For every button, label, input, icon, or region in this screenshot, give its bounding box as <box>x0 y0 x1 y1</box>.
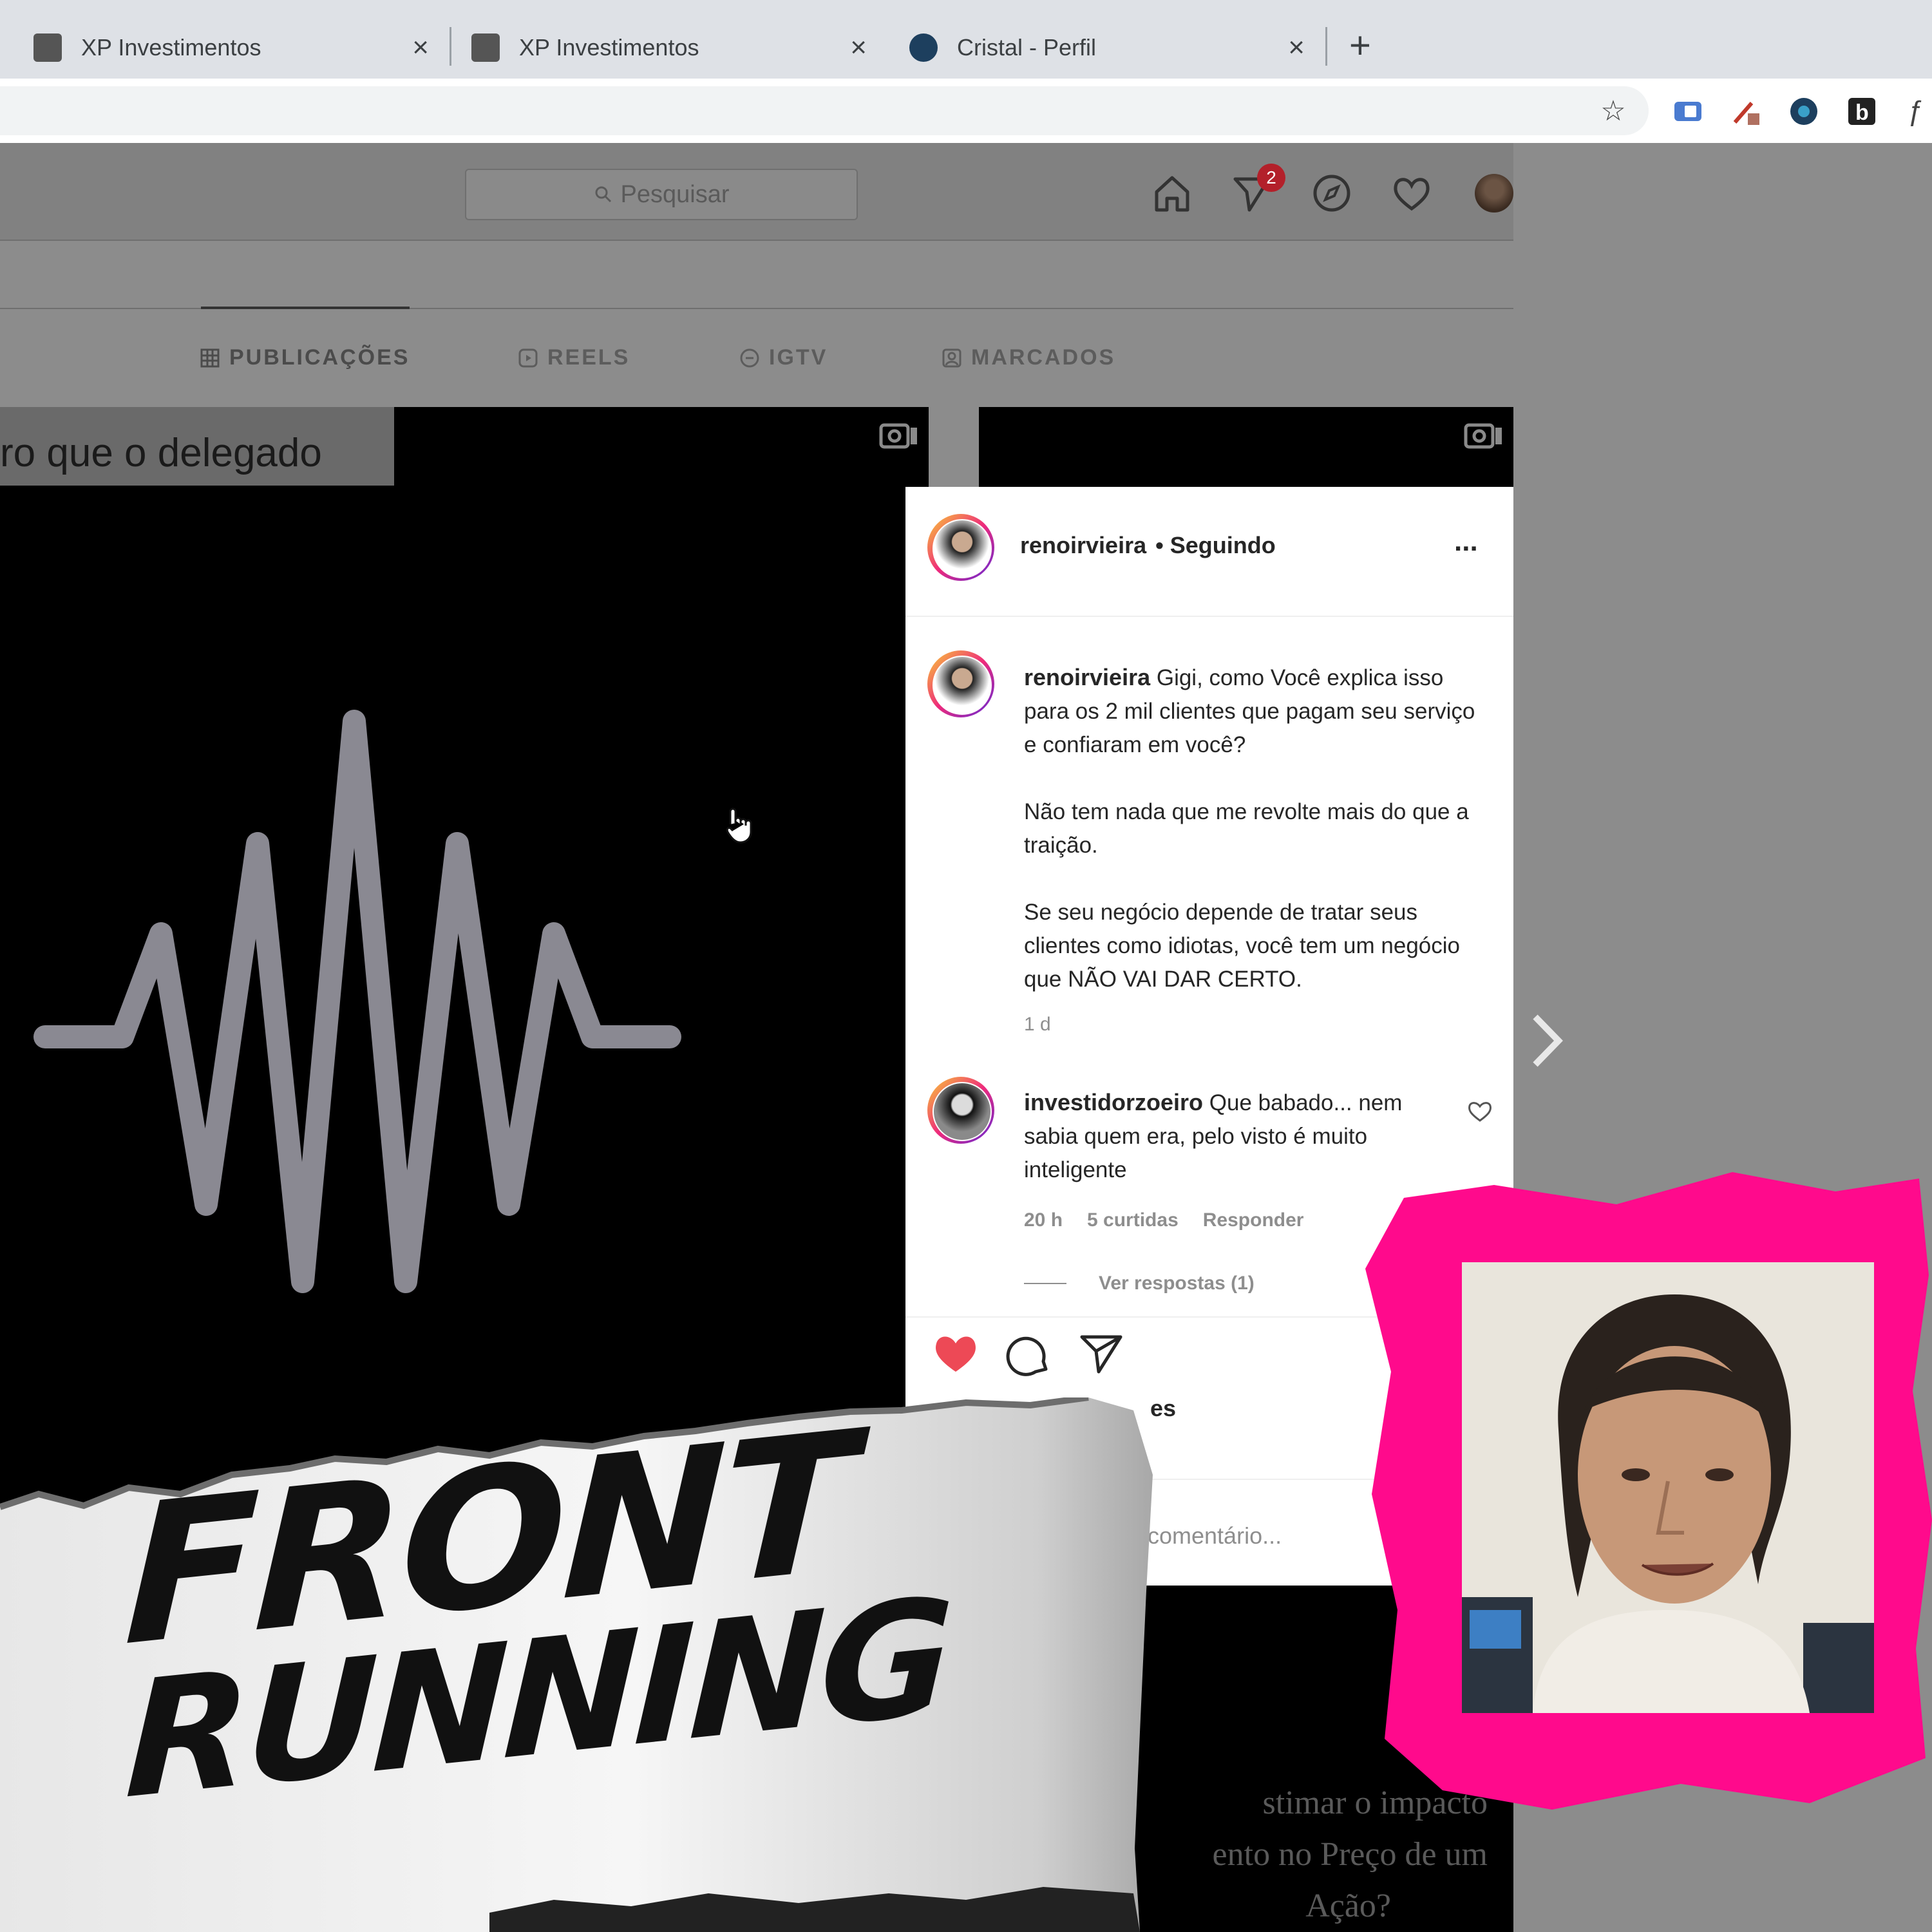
browser-tab[interactable]: XP Investimentos × <box>0 17 438 79</box>
tab-label: IGTV <box>769 345 828 370</box>
post-caption: renoirvieira Gigi, como Você explica iss… <box>1024 661 1488 996</box>
reels-icon <box>518 348 538 367</box>
video-camera-icon <box>879 423 917 449</box>
author-avatar[interactable] <box>927 514 994 581</box>
xp-favicon-icon <box>471 33 500 62</box>
notification-badge: 2 <box>1257 164 1285 192</box>
b-extension-icon[interactable]: b <box>1846 95 1878 128</box>
explore-icon[interactable] <box>1311 173 1352 214</box>
video-caption-text: ro que o delegado <box>0 431 322 475</box>
share-icon[interactable] <box>1078 1331 1124 1377</box>
mouse-cursor-icon <box>726 808 752 844</box>
tab-label: PUBLICAÇÕES <box>229 345 410 370</box>
replies-line <box>1024 1283 1066 1284</box>
search-placeholder: Pesquisar <box>620 180 730 208</box>
caption-paragraph: Não tem nada que me revolte mais do que … <box>1024 799 1469 858</box>
caption-timestamp: 1 d <box>1024 1014 1051 1035</box>
new-tab-button[interactable]: + <box>1349 23 1371 68</box>
caption-author[interactable]: renoirvieira <box>1024 664 1150 690</box>
tagged-icon <box>942 348 961 367</box>
extension-icon[interactable] <box>1672 95 1704 128</box>
follow-status[interactable]: • Seguindo <box>1155 532 1276 559</box>
close-icon[interactable]: × <box>1288 32 1305 64</box>
commenter-avatar[interactable] <box>927 1077 994 1144</box>
igtv-icon <box>740 348 759 367</box>
xp-favicon-icon <box>33 33 62 62</box>
active-tab-indicator <box>201 307 410 309</box>
tab-label: REELS <box>547 345 630 370</box>
formula-extension-icon[interactable]: ƒ <box>1900 95 1932 128</box>
video-camera-icon <box>1464 423 1502 449</box>
home-icon[interactable] <box>1151 173 1193 214</box>
more-options-button[interactable]: ... <box>1454 526 1478 558</box>
browser-tab[interactable]: Cristal - Perfil × <box>876 17 1314 79</box>
tab-label: MARCADOS <box>971 345 1116 370</box>
post-author-name[interactable]: renoirvieira <box>1020 532 1146 559</box>
browser-tab[interactable]: XP Investimentos × <box>438 17 876 79</box>
comment-author[interactable]: investidorzoeiro <box>1024 1089 1203 1115</box>
tab-reels[interactable]: REELS <box>518 345 630 370</box>
presenter-video-image <box>1462 1262 1874 1713</box>
grid-icon <box>200 348 220 367</box>
tab-marcados[interactable]: MARCADOS <box>942 345 1115 370</box>
reply-button[interactable]: Responder <box>1203 1209 1304 1231</box>
webcam-feed <box>1462 1262 1874 1713</box>
star-icon[interactable]: ☆ <box>1597 95 1629 128</box>
profile-avatar[interactable] <box>1475 174 1513 213</box>
address-bar[interactable] <box>0 86 1649 135</box>
close-icon[interactable]: × <box>850 32 867 64</box>
search-icon <box>595 186 611 203</box>
tab-title: XP Investimentos <box>81 34 261 61</box>
view-replies-label: Ver respostas (1) <box>1099 1273 1255 1294</box>
comment-icon[interactable] <box>1006 1332 1052 1378</box>
tab-publicacoes[interactable]: PUBLICAÇÕES <box>200 345 410 370</box>
tab-title: Cristal - Perfil <box>957 34 1097 61</box>
comment-like-icon[interactable] <box>1467 1100 1493 1123</box>
comment-time: 20 h <box>1024 1209 1063 1231</box>
eyedropper-extension-icon[interactable] <box>1730 95 1762 128</box>
post-header: renoirvieira • Seguindo ... <box>905 487 1513 617</box>
comment-input[interactable]: comentário... <box>1148 1522 1282 1549</box>
comment-meta: 20 h 5 curtidas Responder <box>1024 1209 1303 1231</box>
liked-heart-icon[interactable] <box>933 1332 979 1374</box>
author-avatar[interactable] <box>927 650 994 717</box>
search-input[interactable]: Pesquisar <box>465 169 858 220</box>
caption-paragraph: Se seu negócio depende de tratar seus cl… <box>1024 900 1460 992</box>
close-icon[interactable]: × <box>412 32 429 64</box>
cristal-favicon-icon <box>909 33 938 62</box>
svg-text:b: b <box>1855 100 1869 125</box>
heart-icon[interactable] <box>1391 173 1432 214</box>
chevron-right-icon <box>1533 1014 1563 1067</box>
tab-igtv[interactable]: IGTV <box>739 345 828 370</box>
next-post-arrow[interactable] <box>1528 1011 1566 1085</box>
view-replies-button[interactable]: Ver respostas (1) <box>1024 1273 1255 1294</box>
comment-likes[interactable]: 5 curtidas <box>1087 1209 1179 1231</box>
tab-title: XP Investimentos <box>519 34 699 61</box>
audio-waveform-icon <box>33 710 681 1293</box>
tab-divider <box>1325 27 1327 66</box>
cristal-extension-icon[interactable] <box>1788 95 1820 128</box>
